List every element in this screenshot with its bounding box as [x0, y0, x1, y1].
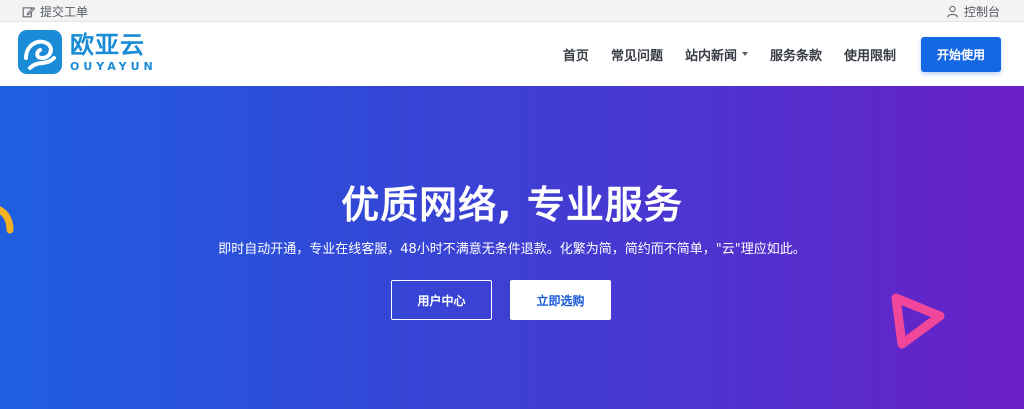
nav-item-faq[interactable]: 常见问题: [611, 45, 663, 64]
user-center-button[interactable]: 用户中心: [391, 280, 492, 320]
logo-wordmark: 欧亚云 OUYAYUN: [70, 33, 157, 72]
buy-now-button[interactable]: 立即选购: [510, 280, 611, 320]
site-header: 欧亚云 OUYAYUN 首页 常见问题 站内新闻 服务条款 使用限制 开始使用: [0, 22, 1024, 86]
edit-icon: [22, 6, 35, 18]
nav-item-usage-limits[interactable]: 使用限制: [844, 45, 896, 64]
pink-triangle-decoration: [891, 293, 945, 349]
submit-ticket-link[interactable]: 提交工单: [22, 3, 88, 20]
console-label: 控制台: [963, 5, 1000, 19]
chevron-down-icon: [741, 52, 748, 56]
nav-item-home[interactable]: 首页: [563, 45, 589, 64]
site-logo[interactable]: 欧亚云 OUYAYUN: [16, 28, 157, 76]
user-icon: [947, 5, 958, 18]
main-nav: 首页 常见问题 站内新闻 服务条款 使用限制: [541, 22, 896, 86]
logo-english-name: OUYAYUN: [70, 59, 157, 73]
logo-chinese-name: 欧亚云: [70, 30, 145, 59]
get-started-button[interactable]: 开始使用: [921, 37, 1001, 72]
top-utility-bar: 提交工单 控制台: [0, 0, 1024, 22]
nav-item-news[interactable]: 站内新闻: [685, 45, 748, 64]
submit-ticket-label: 提交工单: [40, 5, 89, 19]
hero-banner: 优质网络, 专业服务 即时自动开通，专业在线客服，48小时不满意无条件退款。化繁…: [0, 86, 1024, 409]
hero-subtitle: 即时自动开通，专业在线客服，48小时不满意无条件退款。化繁为简，简约而不简单，"…: [218, 242, 806, 257]
logo-mark-icon: [18, 30, 62, 74]
nav-item-terms[interactable]: 服务条款: [770, 45, 822, 64]
console-link[interactable]: 控制台: [946, 3, 1000, 20]
hero-title: 优质网络, 专业服务: [341, 183, 683, 227]
